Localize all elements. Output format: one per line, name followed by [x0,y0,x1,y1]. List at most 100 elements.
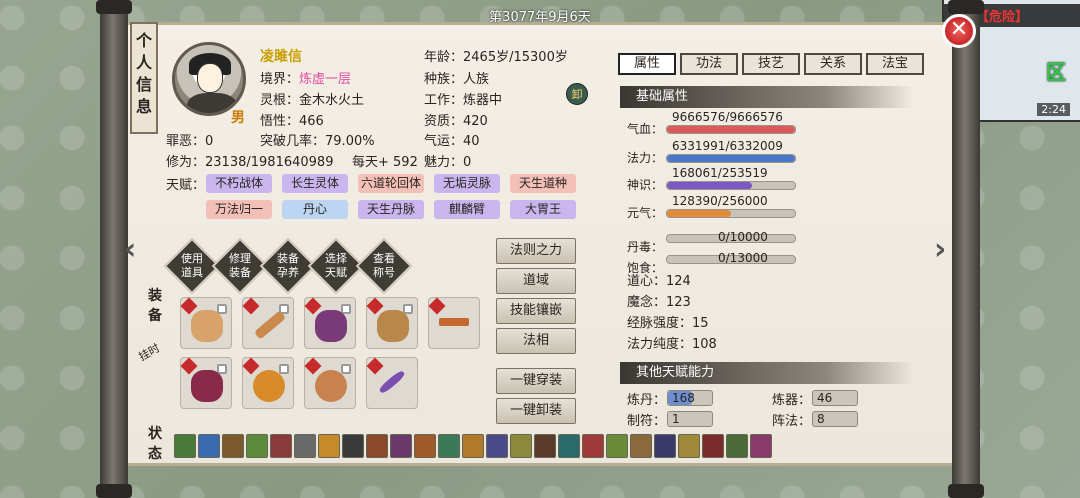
talent-badge[interactable]: 长生灵体 [282,174,348,193]
equip-slot-tool[interactable] [428,297,480,349]
equip-slot-cape[interactable] [180,357,232,409]
attribute-bar [666,181,796,190]
breakthrough-row: 突破几率：79.00% [260,134,375,149]
action-button[interactable]: 道域 [496,268,576,294]
attribute-row: 道心：124 [627,274,691,289]
unequip-work-button[interactable]: 卸 [566,83,588,105]
realm-row: 境界：炼虚一层 [260,72,352,87]
equip-slot-boots[interactable] [366,297,418,349]
status-effect-icon[interactable] [678,434,700,458]
skill-label: 炼丹： [627,393,667,408]
tab-relations[interactable]: 关系 [804,53,862,75]
talent-badge[interactable]: 大胃王 [510,200,576,219]
tab-skills[interactable]: 技艺 [742,53,800,75]
close-button[interactable]: ✕ [942,14,976,48]
status-effect-icon[interactable] [630,434,652,458]
status-effect-icon[interactable] [750,434,772,458]
tab-attributes[interactable]: 属性 [618,53,676,75]
skill-label: 制符： [627,414,667,429]
attribute-bar [666,209,796,218]
talent-badge[interactable]: 天生道种 [510,174,576,193]
equip-slot-robe[interactable] [180,297,232,349]
status-effect-icon[interactable] [414,434,436,458]
skill-label: 阵法： [772,414,812,429]
skill-level-box: 46 [812,390,858,406]
attribute-value: 6331991/6332009 [672,139,783,153]
status-effect-icon[interactable] [342,434,364,458]
attribute-label: 神识： [627,178,664,192]
status-effect-icon[interactable] [366,434,388,458]
status-effect-icon[interactable] [246,434,268,458]
status-effect-icon[interactable] [558,434,580,458]
sin-row: 罪恶：0 [166,134,214,149]
attribute-bar [666,125,796,134]
diamond-button[interactable]: 选择天赋 [316,244,356,288]
status-effect-icon[interactable] [294,434,316,458]
attribute-label: 元气： [627,206,664,220]
status-effect-icon[interactable] [702,434,724,458]
status-effect-icon[interactable] [534,434,556,458]
action-button[interactable]: 一键穿装 [496,368,576,394]
tab-treasures[interactable]: 法宝 [866,53,924,75]
attribute-label: 丹毒： [627,240,664,254]
diamond-button[interactable]: 查看称号 [364,244,404,288]
spirit-root-row: 灵根：金木水火土 [260,93,365,108]
status-effect-icon[interactable] [318,434,340,458]
status-effect-bar[interactable] [174,434,776,460]
basic-attributes-title: 基础属性 [620,86,914,108]
talent-badge[interactable]: 天生丹脉 [358,200,424,219]
diamond-button[interactable]: 装备孕养 [268,244,308,288]
tab-techniques[interactable]: 功法 [680,53,738,75]
tab-personal-info[interactable]: 个人信息 [130,22,158,134]
status-effect-icon[interactable] [606,434,628,458]
charm-row: 魅力：0 [424,155,472,170]
skill-level-box: 1 [667,411,713,427]
action-button[interactable]: 技能镶嵌 [496,298,576,324]
race-row: 种族：人族 [424,72,490,87]
next-page-arrow-icon[interactable]: › [934,232,946,267]
avatar[interactable] [172,42,246,116]
status-effect-icon[interactable] [654,434,676,458]
prev-page-arrow-icon[interactable]: ‹ [124,232,136,267]
status-effect-icon[interactable] [222,434,244,458]
status-effect-icon[interactable] [510,434,532,458]
equip-slot-sword[interactable] [242,297,294,349]
equip-slot-disc[interactable] [304,357,356,409]
action-button[interactable]: 一键卸装 [496,398,576,424]
attribute-row: 魔念：123 [627,295,691,310]
talent-badge[interactable]: 麒麟臂 [434,200,500,219]
diamond-button[interactable]: 修理装备 [220,244,260,288]
talent-badge[interactable]: 无垢灵脉 [434,174,500,193]
per-day-gain: 每天+ 592 [352,155,418,170]
scroll-roller-right [948,0,984,498]
other-talents-title: 其他天赋能力 [620,362,914,384]
equip-slot-blade[interactable] [366,357,418,409]
status-effect-icon[interactable] [174,434,196,458]
action-button[interactable]: 法相 [496,328,576,354]
attribute-value: 168061/253519 [672,166,768,180]
comprehension-row: 悟性：466 [260,114,324,129]
attribute-value: 9666576/9666576 [672,110,783,124]
gender-label: 男 [231,110,245,126]
equip-slot-orb[interactable] [242,357,294,409]
action-button[interactable]: 法则之力 [496,238,576,264]
equip-slot-necklace[interactable] [304,297,356,349]
luck-row: 气运：40 [424,134,480,149]
skill-level-box: 168 [667,390,713,406]
minimap-time: 2:24 [1037,103,1070,116]
status-effect-icon[interactable] [462,434,484,458]
attribute-value: 0/10000 [718,230,768,244]
status-effect-icon[interactable] [198,434,220,458]
status-effect-icon[interactable] [486,434,508,458]
talent-badge[interactable]: 丹心 [282,200,348,219]
status-effect-icon[interactable] [438,434,460,458]
status-effect-icon[interactable] [726,434,748,458]
diamond-button[interactable]: 使用道具 [172,244,212,288]
talent-badge[interactable]: 万法归一 [206,200,272,219]
talent-badge[interactable]: 六道轮回体 [358,174,424,193]
status-effect-icon[interactable] [582,434,604,458]
talent-badge[interactable]: 不朽战体 [206,174,272,193]
aptitude-row: 资质：420 [424,114,488,129]
status-effect-icon[interactable] [270,434,292,458]
status-effect-icon[interactable] [390,434,412,458]
